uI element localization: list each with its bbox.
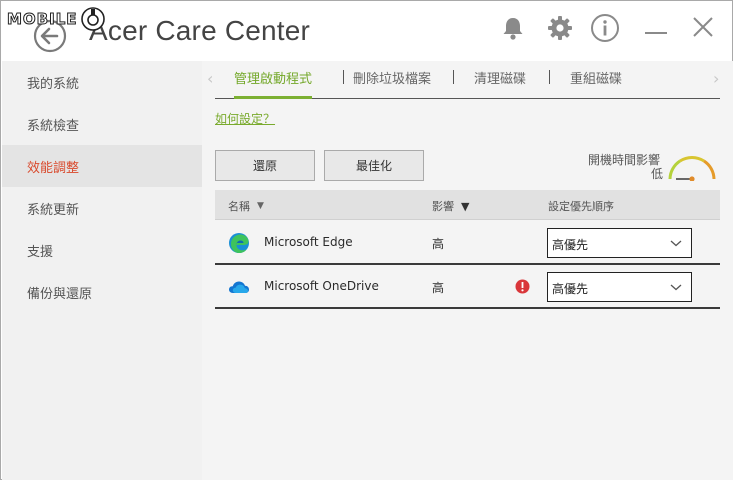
sidebar-item-system-check[interactable]: 系統檢查 xyxy=(2,103,202,145)
tab-scroll-right-icon[interactable]: › xyxy=(713,69,719,88)
optimize-button[interactable]: 最佳化 xyxy=(324,150,424,181)
main-panel: ‹ 管理啟動程式 刪除垃圾檔案 清理磁碟 重組磁碟 › 如何設定？ 還原 最佳化… xyxy=(202,61,733,480)
restore-button[interactable]: 還原 xyxy=(215,150,315,181)
watermark-text: MOBILE xyxy=(7,10,78,29)
sidebar-item-label: 我的系統 xyxy=(27,76,80,92)
gear-icon[interactable] xyxy=(545,13,575,43)
app-impact: 高 xyxy=(432,237,445,251)
tab-disk-cleanup[interactable]: 清理磁碟 xyxy=(474,68,526,99)
bell-icon[interactable] xyxy=(498,13,528,43)
help-link[interactable]: 如何設定？ xyxy=(215,110,275,127)
tab-bar: ‹ 管理啟動程式 刪除垃圾檔案 清理磁碟 重組磁碟 › xyxy=(207,61,720,99)
sidebar-item-system-update[interactable]: 系統更新 xyxy=(2,187,202,229)
priority-select[interactable]: 高優先 xyxy=(547,272,692,302)
close-icon[interactable] xyxy=(689,13,719,43)
tab-scroll-left-icon[interactable]: ‹ xyxy=(207,69,213,88)
tab-junk-files[interactable]: 刪除垃圾檔案 xyxy=(353,68,431,99)
sidebar-item-label: 系統更新 xyxy=(27,202,80,218)
priority-select-value: 高優先 xyxy=(552,282,589,296)
priority-select-value: 高優先 xyxy=(552,238,589,252)
sidebar-item-label: 系統檢查 xyxy=(27,118,80,134)
chevron-down-icon xyxy=(670,284,682,291)
watermark-logo-icon xyxy=(80,7,105,31)
app-title: Acer Care Center xyxy=(89,15,311,46)
app-window: MOBILE Acer Care Center 我的系統 系統檢查 效能調整 系… xyxy=(0,0,733,480)
app-name: Microsoft Edge xyxy=(264,235,353,249)
sidebar-item-my-system[interactable]: 我的系統 xyxy=(2,61,202,103)
warning-icon xyxy=(515,279,530,294)
priority-select[interactable]: 高優先 xyxy=(547,228,692,258)
sort-down-icon: ▼ xyxy=(257,201,264,211)
column-header-priority: 設定優先順序 xyxy=(548,198,614,214)
column-header-impact-label: 影響 xyxy=(432,200,454,213)
chevron-down-icon xyxy=(670,240,682,247)
info-icon[interactable] xyxy=(590,13,620,43)
tab-separator xyxy=(549,70,550,84)
title-bar: MOBILE Acer Care Center xyxy=(1,1,732,61)
app-impact: 高 xyxy=(432,281,445,295)
sidebar: 我的系統 系統檢查 效能調整 系統更新 支援 備份與還原 xyxy=(2,61,202,480)
sidebar-item-performance[interactable]: 效能調整 xyxy=(2,145,202,187)
onedrive-icon xyxy=(229,281,249,293)
tab-startup-programs[interactable]: 管理啟動程式 xyxy=(234,68,313,99)
sidebar-item-backup-restore[interactable]: 備份與還原 xyxy=(2,271,202,313)
sidebar-item-label: 支援 xyxy=(27,244,54,260)
column-header-impact[interactable]: 影響 ▼ xyxy=(432,198,469,214)
sort-down-icon: ▼ xyxy=(461,199,470,213)
sidebar-item-label: 備份與還原 xyxy=(27,286,93,302)
sidebar-item-label: 效能調整 xyxy=(27,160,80,176)
table-row: Microsoft Edge 高 高優先 xyxy=(215,221,720,265)
boot-impact-value: 低 xyxy=(651,167,664,181)
app-name: Microsoft OneDrive xyxy=(264,279,379,293)
table-row: Microsoft OneDrive 高 高優先 xyxy=(215,265,720,309)
minimize-icon[interactable] xyxy=(642,13,672,43)
column-header-name[interactable]: 名稱 ▼ xyxy=(228,198,264,214)
boot-impact-gauge-icon xyxy=(668,156,716,181)
tab-defragment[interactable]: 重組磁碟 xyxy=(570,68,622,99)
table-header: 名稱 ▼ 影響 ▼ 設定優先順序 xyxy=(215,190,720,220)
boot-impact-label: 開機時間影響 xyxy=(588,153,661,167)
watermark: MOBILE xyxy=(7,7,106,31)
column-header-priority-label: 設定優先順序 xyxy=(548,200,614,213)
edge-icon xyxy=(229,233,249,253)
tab-separator xyxy=(343,70,344,84)
sidebar-item-support[interactable]: 支援 xyxy=(2,229,202,271)
column-header-name-label: 名稱 xyxy=(228,200,250,213)
tab-separator xyxy=(453,70,454,84)
